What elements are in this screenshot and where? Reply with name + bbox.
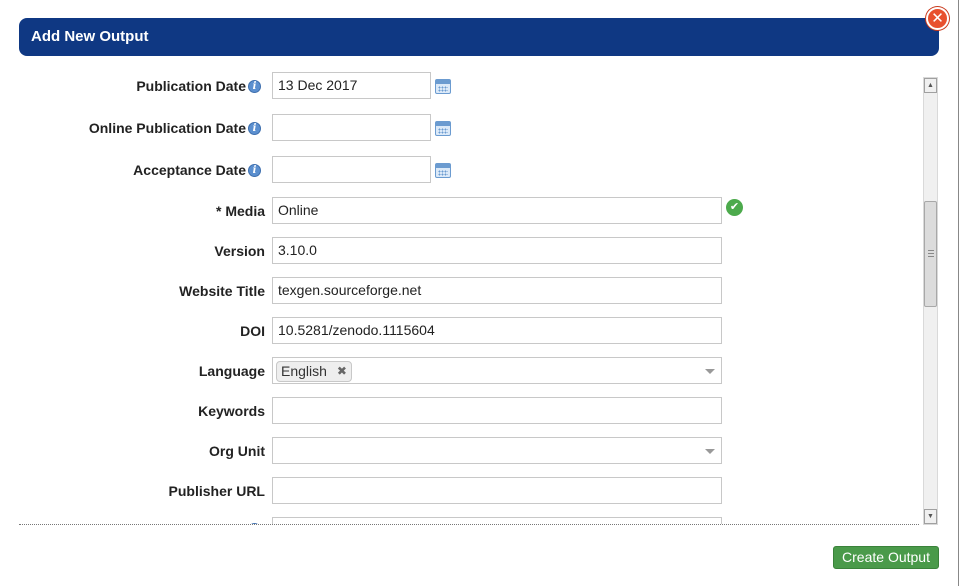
chevron-down-icon[interactable] xyxy=(705,369,715,374)
info-icon[interactable]: i xyxy=(248,80,261,93)
publication-date-label: Publication Date xyxy=(136,78,246,94)
acceptance-date-input[interactable] xyxy=(272,156,431,183)
media-input[interactable]: Online xyxy=(272,197,722,224)
online-publication-date-label: Online Publication Date xyxy=(88,120,246,136)
doi-row: DOI 10.5281/zenodo.1115604 xyxy=(19,317,919,345)
publisher-url-label: Publisher URL xyxy=(168,483,265,499)
chevron-down-icon[interactable] xyxy=(705,449,715,454)
language-row: Language English ✖ xyxy=(19,357,919,385)
keywords-row: Keywords xyxy=(19,397,919,425)
version-row: Version 3.10.0 xyxy=(19,237,919,265)
language-select[interactable]: English ✖ xyxy=(272,357,722,384)
language-label: Language xyxy=(198,363,265,379)
doi-label: DOI xyxy=(240,323,265,339)
website-title-row: Website Title texgen.sourceforge.net xyxy=(19,277,919,305)
keywords-input[interactable] xyxy=(272,397,722,424)
version-input[interactable]: 3.10.0 xyxy=(272,237,722,264)
keywords-label: Keywords xyxy=(198,403,265,419)
acceptance-date-row: Acceptance Date i xyxy=(19,156,919,184)
calendar-icon[interactable] xyxy=(435,79,451,94)
vertical-scrollbar[interactable]: ▲ ▼ xyxy=(923,77,938,525)
publisher-url-row: Publisher URL xyxy=(19,477,919,505)
org-unit-select[interactable] xyxy=(272,437,722,464)
website-title-label: Website Title xyxy=(179,283,265,299)
info-icon[interactable] xyxy=(248,523,261,524)
media-row: * Media Online ✔ xyxy=(19,197,919,225)
scrollbar-thumb[interactable] xyxy=(924,201,937,307)
remove-tag-icon[interactable]: ✖ xyxy=(337,362,347,381)
next-row-partial xyxy=(19,517,919,524)
language-tag: English ✖ xyxy=(276,361,352,382)
org-unit-row: Org Unit xyxy=(19,437,919,465)
info-icon[interactable]: i xyxy=(248,122,261,135)
calendar-icon[interactable] xyxy=(435,121,451,136)
website-title-input[interactable]: texgen.sourceforge.net xyxy=(272,277,722,304)
doi-input[interactable]: 10.5281/zenodo.1115604 xyxy=(272,317,722,344)
dialog-title: Add New Output xyxy=(31,28,149,45)
form-scroll-area: Publication Date i 13 Dec 2017 Online Pu… xyxy=(19,70,919,525)
scroll-up-icon[interactable]: ▲ xyxy=(924,78,937,93)
dialog-header: Add New Output xyxy=(19,18,939,56)
publication-date-input[interactable]: 13 Dec 2017 xyxy=(272,72,431,99)
close-icon[interactable]: ✕ xyxy=(926,7,949,30)
scroll-down-icon[interactable]: ▼ xyxy=(924,509,937,524)
media-label: * Media xyxy=(215,203,265,219)
info-icon[interactable]: i xyxy=(248,164,261,177)
language-tag-label: English xyxy=(281,363,327,379)
create-output-button[interactable]: Create Output xyxy=(833,546,939,569)
org-unit-label: Org Unit xyxy=(209,443,265,459)
check-icon: ✔ xyxy=(726,199,743,216)
online-publication-date-input[interactable] xyxy=(272,114,431,141)
version-label: Version xyxy=(214,243,265,259)
next-input-partial[interactable] xyxy=(272,517,722,524)
calendar-icon[interactable] xyxy=(435,163,451,178)
publisher-url-input[interactable] xyxy=(272,477,722,504)
publication-date-row: Publication Date i 13 Dec 2017 xyxy=(19,72,919,100)
acceptance-date-label: Acceptance Date xyxy=(133,162,246,178)
window-border xyxy=(958,0,959,586)
online-publication-date-row: Online Publication Date i xyxy=(19,114,919,142)
